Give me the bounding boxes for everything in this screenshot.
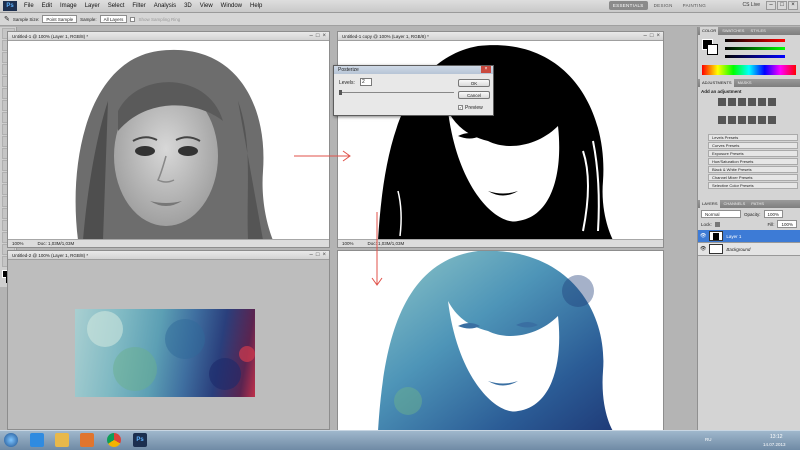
preset-exposure[interactable]: Exposure Presets [708, 150, 798, 157]
fill-label: Fill: [767, 221, 775, 227]
layers-lock-row: Lock: Fill: 100% [698, 220, 800, 230]
tab-paths[interactable]: PATHS [749, 200, 766, 208]
fill-input[interactable]: 100% [777, 220, 797, 228]
vibrance-icon[interactable] [758, 98, 766, 106]
posterize-icon[interactable] [768, 116, 776, 124]
start-button-icon[interactable] [4, 433, 18, 447]
channel-mixer-icon[interactable] [748, 116, 756, 124]
taskbar: Ps RU 13:12 14.07.2013 [0, 430, 800, 450]
panel-dock: COLOR SWATCHES STYLES ADJUSTMENTS MASKS … [697, 27, 800, 430]
cancel-button[interactable]: Cancel [458, 91, 490, 99]
preset-channel-mixer[interactable]: Channel Mixer Presets [708, 174, 798, 181]
lock-icon[interactable] [714, 221, 720, 227]
color-panel [698, 35, 800, 79]
layer-thumbnail [709, 231, 724, 241]
layer-thumbnail [709, 244, 724, 254]
posterize-dialog: Posterize × Levels: 2 OK Cancel ✓ Previe… [333, 65, 494, 116]
ok-button[interactable]: OK [458, 79, 490, 87]
levels-input[interactable]: 2 [360, 78, 372, 86]
tab-masks[interactable]: MASKS [736, 79, 754, 87]
tab-styles[interactable]: STYLES [748, 27, 767, 35]
close-icon[interactable]: × [481, 66, 491, 73]
color-slider-b[interactable] [725, 55, 785, 58]
color-slider-r[interactable] [725, 39, 785, 42]
layers-options: Normal Opacity: 100% [698, 208, 800, 220]
adjustment-icons [698, 96, 800, 134]
preview-label: Preview [465, 105, 483, 111]
ie-icon[interactable] [30, 433, 44, 447]
tab-swatches[interactable]: SWATCHES [720, 27, 746, 35]
invert-icon[interactable] [758, 116, 766, 124]
exposure-icon[interactable] [748, 98, 756, 106]
media-player-icon[interactable] [80, 433, 94, 447]
levels-slider-thumb[interactable] [339, 90, 342, 95]
dialog-title: Posterize × [334, 66, 493, 74]
tab-adjustments[interactable]: ADJUSTMENTS [700, 79, 734, 87]
opacity-label: Opacity: [744, 211, 761, 217]
preset-selective-color[interactable]: Selective Color Presets [708, 182, 798, 189]
levels-label: Levels: [339, 80, 355, 86]
color-panel-tabs: COLOR SWATCHES STYLES [698, 27, 800, 35]
levels-slider[interactable] [339, 92, 454, 93]
tab-channels[interactable]: CHANNELS [722, 200, 748, 208]
brightness-icon[interactable] [718, 98, 726, 106]
adjustment-title: Add an adjustment [701, 89, 742, 94]
lock-label: Lock: [701, 221, 712, 227]
clock-date[interactable]: 14.07.2013 [763, 442, 786, 447]
color-spectrum[interactable] [702, 65, 796, 75]
tab-layers[interactable]: LAYERS [700, 200, 720, 208]
preset-black-white[interactable]: Black & White Presets [708, 166, 798, 173]
preset-hue-saturation[interactable]: Hue/Saturation Presets [708, 158, 798, 165]
curves-icon[interactable] [738, 98, 746, 106]
background-color-swatch[interactable] [707, 44, 718, 55]
levels-icon[interactable] [728, 98, 736, 106]
color-balance-icon[interactable] [718, 116, 726, 124]
adjustments-panel-tabs: ADJUSTMENTS MASKS [698, 79, 800, 87]
hue-saturation-icon[interactable] [768, 98, 776, 106]
layer-name[interactable]: Layer 1 [726, 234, 741, 239]
keyboard-language[interactable]: RU [705, 437, 712, 442]
blend-mode-select[interactable]: Normal [701, 210, 741, 218]
preview-checkbox[interactable]: ✓ [458, 105, 463, 110]
explorer-icon[interactable] [55, 433, 69, 447]
tab-color[interactable]: COLOR [700, 27, 719, 35]
photo-filter-icon[interactable] [738, 116, 746, 124]
chrome-icon[interactable] [107, 433, 121, 447]
opacity-input[interactable]: 100% [763, 210, 784, 218]
visibility-eye-icon[interactable]: 👁 [700, 246, 706, 252]
clock-time[interactable]: 13:12 [770, 434, 783, 440]
visibility-eye-icon[interactable]: 👁 [700, 233, 706, 239]
preset-levels[interactable]: Levels Presets [708, 134, 798, 141]
layers-panel-tabs: LAYERS CHANNELS PATHS [698, 200, 800, 208]
layer-row[interactable]: 👁 Layer 1 [698, 230, 800, 243]
preset-curves[interactable]: Curves Presets [708, 142, 798, 149]
photoshop-taskbar-icon[interactable]: Ps [133, 433, 147, 447]
layer-row[interactable]: 👁 Background [698, 243, 800, 256]
black-white-icon[interactable] [728, 116, 736, 124]
layer-name[interactable]: Background [726, 247, 750, 252]
color-slider-g[interactable] [725, 47, 785, 50]
